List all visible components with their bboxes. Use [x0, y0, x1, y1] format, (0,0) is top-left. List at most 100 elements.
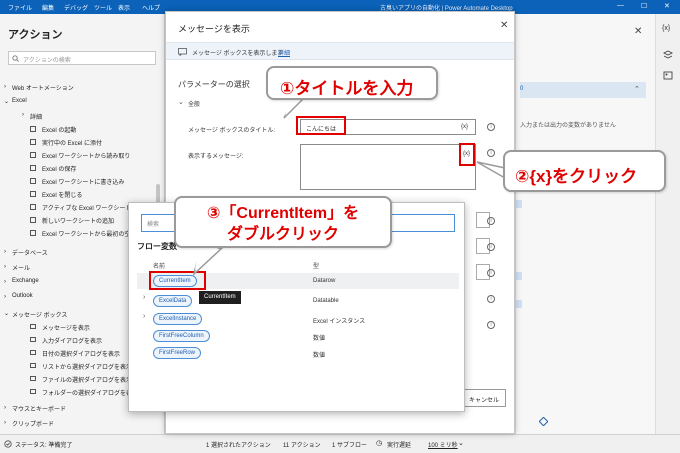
- image-icon[interactable]: [663, 71, 673, 80]
- action-input-dialog[interactable]: 入力ダイアログを表示: [42, 336, 102, 345]
- info-icon[interactable]: i: [487, 217, 495, 225]
- title-field-label: メッセージ ボックスのタイトル:: [188, 128, 276, 134]
- tree-group-mail[interactable]: メール: [12, 263, 30, 272]
- chevron-up-icon[interactable]: ⌃: [634, 85, 640, 93]
- info-icon[interactable]: i: [487, 295, 495, 303]
- info-icon[interactable]: i: [487, 269, 495, 277]
- dialog-close-button[interactable]: ✕: [500, 20, 508, 31]
- dialog-title: メッセージを表示: [178, 24, 250, 34]
- tree-group-excel[interactable]: Excel: [12, 98, 27, 104]
- run-delay-label: 実行遅延: [387, 443, 412, 449]
- variable-type: Datatable: [313, 298, 339, 304]
- message-action-icon: [30, 376, 36, 381]
- chevron-right-icon[interactable]: ›: [143, 313, 145, 320]
- action-excel-write[interactable]: Excel ワークシートに書き込み: [42, 177, 124, 186]
- message-action-icon: [30, 337, 36, 342]
- variables-panel: ✕: [515, 14, 655, 434]
- menu-debug[interactable]: デバッグ: [64, 3, 88, 12]
- timer-icon: ◷: [376, 440, 383, 447]
- menu-help[interactable]: ヘルプ: [142, 3, 160, 12]
- search-icon: [12, 55, 19, 62]
- message-action-icon: [30, 363, 36, 368]
- chevron-right-icon: ›: [4, 84, 6, 90]
- chevron-right-icon: ›: [4, 264, 6, 270]
- chevron-down-icon: ⌄: [4, 99, 10, 105]
- section-title: パラメーターの選択: [178, 80, 250, 89]
- column-name-header: 名前: [153, 264, 166, 270]
- chevron-down-icon[interactable]: ⌄: [178, 98, 184, 106]
- message-variable-button[interactable]: {x}: [463, 151, 470, 157]
- right-side-toolbar: {x}: [655, 14, 680, 434]
- chevron-right-icon[interactable]: ›: [143, 294, 145, 301]
- info-icon[interactable]: i: [487, 123, 495, 131]
- action-excel-read[interactable]: Excel ワークシートから読み取り: [42, 151, 130, 160]
- message-action-icon: [30, 389, 36, 394]
- tree-group-web[interactable]: Web オートメーション: [12, 83, 74, 92]
- status-text: ステータス: 準備完了: [15, 443, 73, 449]
- details-link[interactable]: 詳細: [278, 48, 290, 57]
- variables-toolbar-icon[interactable]: {x}: [662, 25, 670, 32]
- action-excel-attach[interactable]: 実行中の Excel に添付: [42, 138, 102, 147]
- variables-count: 0: [520, 86, 524, 92]
- tree-group-database[interactable]: データベース: [12, 248, 48, 257]
- currentitem-tooltip: CurrentItem: [199, 291, 241, 304]
- chevron-down-icon[interactable]: ⌄: [458, 439, 464, 447]
- variable-pill-exceldata[interactable]: ExcelData: [153, 295, 193, 307]
- action-excel-launch[interactable]: Excel の起動: [42, 125, 76, 134]
- info-icon[interactable]: i: [487, 321, 495, 329]
- column-type-header: 型: [313, 264, 320, 270]
- variables-header[interactable]: 0 ⌃: [520, 82, 646, 98]
- annotation-step-3: ③「CurrentItem」を ダブルクリック: [174, 196, 392, 248]
- variable-pill-firstfreerow[interactable]: FirstFreeRow: [153, 347, 202, 359]
- layers-icon[interactable]: [663, 50, 673, 59]
- excel-action-icon: [30, 230, 36, 236]
- excel-action-icon: [30, 191, 36, 197]
- info-icon[interactable]: i: [487, 149, 495, 157]
- minimize-button[interactable]: —: [617, 2, 624, 9]
- tree-group-clipboard[interactable]: クリップボード: [12, 419, 54, 428]
- callout-pointer: [192, 246, 224, 276]
- action-display-message[interactable]: メッセージを表示: [42, 323, 90, 332]
- tree-group-mouse-keyboard[interactable]: マウスとキーボード: [12, 404, 66, 413]
- eraser-icon[interactable]: [539, 417, 548, 426]
- excel-action-icon: [30, 152, 36, 158]
- menu-tools[interactable]: ツール: [94, 3, 112, 12]
- variable-button-highlight[interactable]: {x}: [459, 143, 475, 166]
- message-textarea[interactable]: [300, 144, 476, 190]
- menu-file[interactable]: ファイル: [8, 3, 32, 12]
- dialog-info-text: メッセージ ボックスを表示します: [192, 51, 284, 57]
- title-variable-button[interactable]: {x}: [461, 124, 468, 130]
- subflows-count: 1 サブフロー: [332, 443, 368, 449]
- annotation-step-3-line-2: ダブルクリック: [226, 226, 339, 243]
- check-circle-icon: [4, 440, 12, 448]
- chevron-right-icon: ›: [4, 249, 6, 255]
- action-excel-add-sheet[interactable]: 新しいワークシートの追加: [42, 216, 114, 225]
- menu-edit[interactable]: 編集: [42, 3, 54, 12]
- maximize-button[interactable]: ☐: [641, 2, 647, 10]
- variable-pill-excelinstance[interactable]: ExcelInstance: [153, 313, 203, 325]
- run-delay-value[interactable]: 100 ミリ秒: [428, 440, 458, 449]
- group-general-label: 全般: [188, 102, 201, 108]
- info-icon[interactable]: i: [487, 243, 495, 251]
- actions-search-placeholder: アクションの検索: [23, 58, 71, 64]
- actions-search-input[interactable]: アクションの検索: [8, 51, 156, 65]
- chevron-right-icon: ›: [4, 405, 6, 411]
- tree-group-outlook[interactable]: Outlook: [12, 293, 33, 299]
- variable-pill-firstfreecolumn[interactable]: FirstFreeColumn: [153, 330, 210, 342]
- window-close-button[interactable]: ✕: [664, 2, 670, 10]
- chevron-right-icon: ›: [4, 279, 6, 285]
- action-date-dialog[interactable]: 日付の選択ダイアログを表示: [42, 349, 120, 358]
- chevron-right-icon: ›: [22, 112, 24, 118]
- action-excel-close[interactable]: Excel を閉じる: [42, 190, 82, 199]
- tree-group-exchange[interactable]: Exchange: [12, 278, 39, 284]
- action-list-dialog[interactable]: リストから選択ダイアログを表示: [42, 362, 132, 371]
- action-folder-dialog[interactable]: フォルダーの選択ダイアログを表示: [42, 388, 138, 397]
- message-field-label: 表示するメッセージ:: [188, 154, 244, 160]
- menu-view[interactable]: 表示: [118, 3, 130, 12]
- action-file-dialog[interactable]: ファイルの選択ダイアログを表示: [42, 375, 132, 384]
- tree-group-messagebox[interactable]: メッセージ ボックス: [12, 310, 67, 319]
- excel-action-icon: [30, 165, 36, 171]
- tree-subgroup-details[interactable]: 詳細: [30, 112, 42, 121]
- action-excel-save[interactable]: Excel の保存: [42, 164, 76, 173]
- close-icon[interactable]: ✕: [634, 26, 642, 37]
